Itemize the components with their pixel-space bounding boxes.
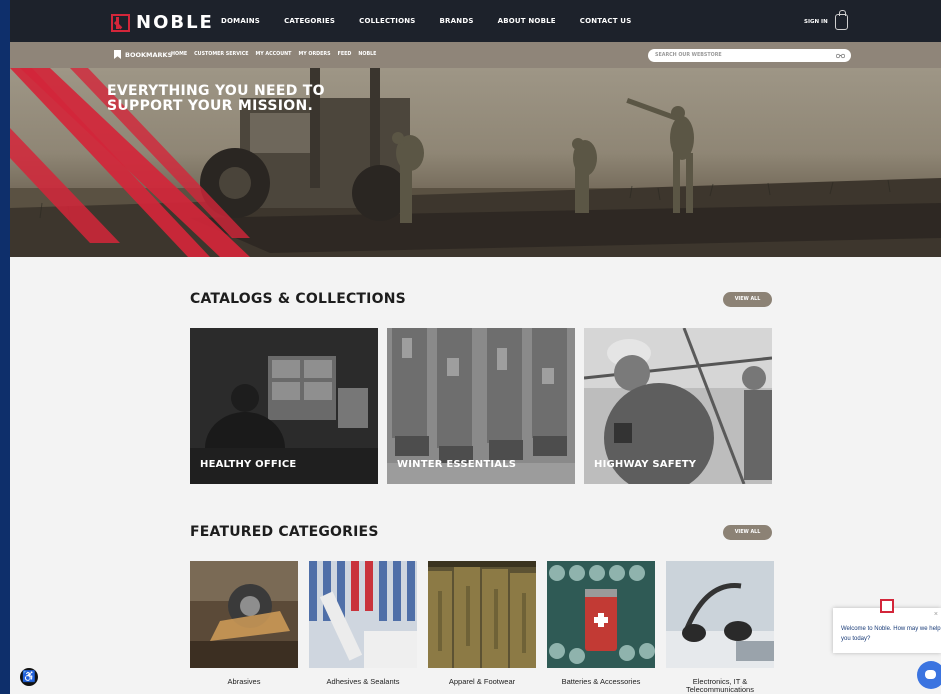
nav-brands[interactable]: BRANDS <box>440 17 474 25</box>
collection-card-healthy-office[interactable]: HEALTHY OFFICE <box>190 328 378 484</box>
nav-categories[interactable]: CATEGORIES <box>284 17 335 25</box>
electronics-photo <box>666 561 774 668</box>
card-label-healthy-office: HEALTHY OFFICE <box>200 459 297 470</box>
chat-popup[interactable]: × Welcome to Noble. How may we help you … <box>833 599 941 653</box>
secondary-links: HOME CUSTOMER SERVICE MY ACCOUNT MY ORDE… <box>171 52 383 57</box>
sign-in-link[interactable]: SIGN IN <box>804 19 828 25</box>
sublink-home[interactable]: HOME <box>171 52 187 57</box>
catalogs-view-all-button[interactable]: VIEW ALL <box>723 292 772 307</box>
apparel-photo <box>428 561 536 668</box>
search-input[interactable]: SEARCH OUR WEBSTORE <box>648 49 851 62</box>
brand-logo[interactable]: NOBLE <box>111 12 214 33</box>
category-batteries-image[interactable] <box>547 561 655 668</box>
category-label-apparel[interactable]: Apparel & Footwear <box>423 678 541 686</box>
category-label-adhesives[interactable]: Adhesives & Sealants <box>304 678 422 686</box>
category-adhesives-image[interactable] <box>309 561 417 668</box>
binoculars-icon[interactable] <box>836 52 845 59</box>
hero-title: EVERYTHING YOU NEED TO SUPPORT YOUR MISS… <box>107 84 325 114</box>
bookmarks-button[interactable]: BOOKMARKS <box>114 50 172 59</box>
bookmarks-label: BOOKMARKS <box>125 50 173 59</box>
bookmark-icon <box>114 50 121 59</box>
category-label-abrasives[interactable]: Abrasives <box>185 678 303 686</box>
cart-bag-icon[interactable] <box>835 10 848 30</box>
page-frame: NOBLE DOMAINS CATEGORIES COLLECTIONS BRA… <box>10 0 941 694</box>
catalogs-title: CATALOGS & COLLECTIONS <box>190 291 406 307</box>
sublink-feed[interactable]: FEED <box>338 52 352 57</box>
card-label-highway-safety: HIGHWAY SAFETY <box>594 459 697 470</box>
category-label-electronics[interactable]: Electronics, IT & Telecommunications <box>661 678 779 694</box>
adhesives-photo <box>309 561 417 668</box>
category-abrasives-image[interactable] <box>190 561 298 668</box>
sublink-my-account[interactable]: MY ACCOUNT <box>256 52 292 57</box>
abrasives-photo <box>190 561 298 668</box>
hero-banner: EVERYTHING YOU NEED TO SUPPORT YOUR MISS… <box>10 68 941 257</box>
chat-launcher-icon[interactable] <box>917 661 941 689</box>
batteries-photo <box>547 561 655 668</box>
chat-welcome-message: Welcome to Noble. How may we help you to… <box>841 626 941 642</box>
top-nav: NOBLE DOMAINS CATEGORIES COLLECTIONS BRA… <box>10 0 941 42</box>
card-label-winter-essentials: WINTER ESSENTIALS <box>397 459 517 470</box>
category-apparel-image[interactable] <box>428 561 536 668</box>
brand-name: NOBLE <box>136 12 214 33</box>
noble-chat-logo-icon <box>880 599 894 613</box>
search-placeholder: SEARCH OUR WEBSTORE <box>655 53 722 58</box>
category-label-batteries[interactable]: Batteries & Accessories <box>542 678 660 686</box>
chat-close-button[interactable]: × <box>934 611 938 618</box>
collection-card-winter-essentials[interactable]: WINTER ESSENTIALS <box>387 328 575 484</box>
nav-about[interactable]: ABOUT NOBLE <box>498 17 556 25</box>
category-electronics-image[interactable] <box>666 561 774 668</box>
accessibility-icon[interactable]: ♿ <box>20 668 38 686</box>
nav-collections[interactable]: COLLECTIONS <box>359 17 415 25</box>
sublink-noble[interactable]: NOBLE <box>358 52 376 57</box>
hero-title-line-2: SUPPORT YOUR MISSION. <box>107 98 314 114</box>
collection-card-highway-safety[interactable]: HIGHWAY SAFETY <box>584 328 772 484</box>
secondary-bar: BOOKMARKS HOME CUSTOMER SERVICE MY ACCOU… <box>10 42 941 68</box>
featured-view-all-button[interactable]: VIEW ALL <box>723 525 772 540</box>
nav-domains[interactable]: DOMAINS <box>221 17 260 25</box>
featured-title: FEATURED CATEGORIES <box>190 524 379 540</box>
noble-logo-icon <box>111 13 130 32</box>
nav-contact[interactable]: CONTACT US <box>580 17 632 25</box>
hero-title-line-1: EVERYTHING YOU NEED TO <box>107 83 325 99</box>
sublink-customer-service[interactable]: CUSTOMER SERVICE <box>194 52 248 57</box>
main-nav: DOMAINS CATEGORIES COLLECTIONS BRANDS AB… <box>221 17 655 25</box>
sublink-my-orders[interactable]: MY ORDERS <box>298 52 330 57</box>
